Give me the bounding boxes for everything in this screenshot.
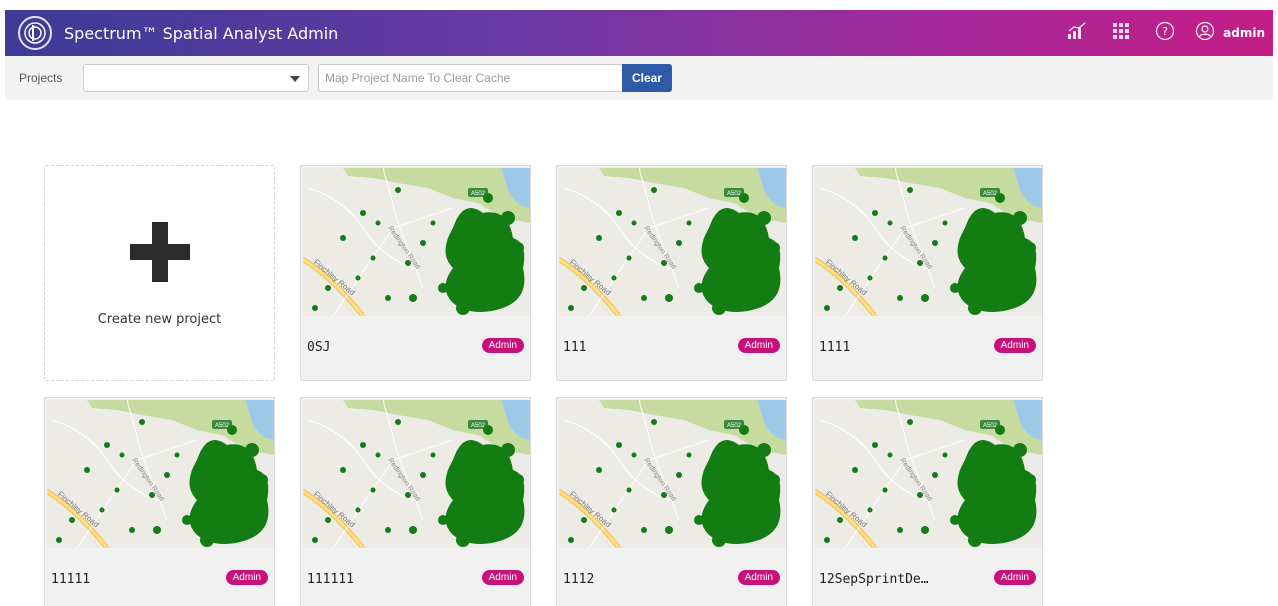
clear-button[interactable]: Clear — [622, 64, 672, 92]
card-footer: 11111 Admin — [45, 548, 274, 606]
admin-badge: Admin — [993, 338, 1036, 353]
admin-badge: Admin — [993, 570, 1036, 585]
map-thumbnail: A502 Finchley Road Redington Road — [47, 400, 274, 548]
plus-icon — [129, 222, 190, 282]
card-footer: 1112 Admin — [557, 548, 786, 606]
create-project-label: Create new project — [97, 312, 222, 327]
admin-badge: Admin — [737, 570, 780, 585]
map-thumbnail: A502 Finchley Road Redington Road — [815, 168, 1042, 316]
spectrum-logo-icon — [18, 16, 52, 50]
card-footer: 111111 Admin — [301, 548, 530, 606]
grid-icon — [1112, 22, 1130, 45]
header-actions: ? admin — [1055, 10, 1273, 56]
help-icon: ? — [1155, 21, 1175, 46]
create-project-card[interactable]: Create new project — [44, 165, 275, 381]
projects-label: Projects — [19, 71, 63, 85]
project-select[interactable] — [83, 64, 309, 92]
map-thumbnail: A502 Finchley Road Redington Road — [303, 400, 530, 548]
project-name: 12SepSprintDe… — [819, 572, 929, 587]
app-launcher-button[interactable] — [1099, 10, 1143, 56]
project-name: 0SJ — [307, 340, 331, 355]
project-card[interactable]: A502 Finchley Road Redington Road 0SJ Ad… — [300, 165, 531, 381]
app-window: Spectrum™ Spatial Analyst Admin ? admin … — [0, 0, 1278, 606]
project-card[interactable]: A502 Finchley Road Redington Road 1111 A… — [812, 165, 1043, 381]
card-footer: 12SepSprintDe… Admin — [813, 548, 1042, 606]
user-name: admin — [1223, 26, 1265, 40]
map-thumbnail: A502 Finchley Road Redington Road — [559, 400, 786, 548]
toolbar: Projects Clear — [5, 56, 1273, 100]
analytics-button[interactable] — [1055, 10, 1099, 56]
map-thumbnail: A502 Finchley Road Redington Road — [303, 168, 530, 316]
project-card[interactable]: A502 Finchley Road Redington Road 11111 … — [44, 397, 275, 606]
project-card[interactable]: A502 Finchley Road Redington Road 111111… — [300, 397, 531, 606]
app-title: Spectrum™ Spatial Analyst Admin — [64, 23, 339, 43]
project-name: 111 — [563, 340, 587, 355]
project-grid: Create new project A502 Finchley Road Re… — [44, 165, 1043, 606]
clear-cache-input[interactable] — [318, 64, 622, 92]
project-name: 11111 — [51, 572, 91, 587]
card-footer: 1111 Admin — [813, 316, 1042, 380]
project-name: 1111 — [819, 340, 851, 355]
card-footer: 111 Admin — [557, 316, 786, 380]
svg-text:?: ? — [1162, 25, 1168, 38]
project-name: 1112 — [563, 572, 595, 587]
project-card[interactable]: A502 Finchley Road Redington Road 111 Ad… — [556, 165, 787, 381]
project-card[interactable]: A502 Finchley Road Redington Road 12SepS… — [812, 397, 1043, 606]
map-thumbnail: A502 Finchley Road Redington Road — [815, 400, 1042, 548]
admin-badge: Admin — [481, 338, 524, 353]
project-card[interactable]: A502 Finchley Road Redington Road 1112 A… — [556, 397, 787, 606]
project-name: 111111 — [307, 572, 354, 587]
analytics-icon — [1067, 22, 1087, 45]
user-avatar-icon — [1195, 21, 1215, 46]
app-header: Spectrum™ Spatial Analyst Admin ? admin — [5, 10, 1273, 56]
card-footer: 0SJ Admin — [301, 316, 530, 380]
admin-badge: Admin — [481, 570, 524, 585]
admin-badge: Admin — [225, 570, 268, 585]
help-button[interactable]: ? — [1143, 10, 1187, 56]
admin-badge: Admin — [737, 338, 780, 353]
chevron-down-icon — [290, 76, 300, 82]
user-menu[interactable]: admin — [1195, 21, 1265, 46]
map-thumbnail: A502 Finchley Road Redington Road — [559, 168, 786, 316]
